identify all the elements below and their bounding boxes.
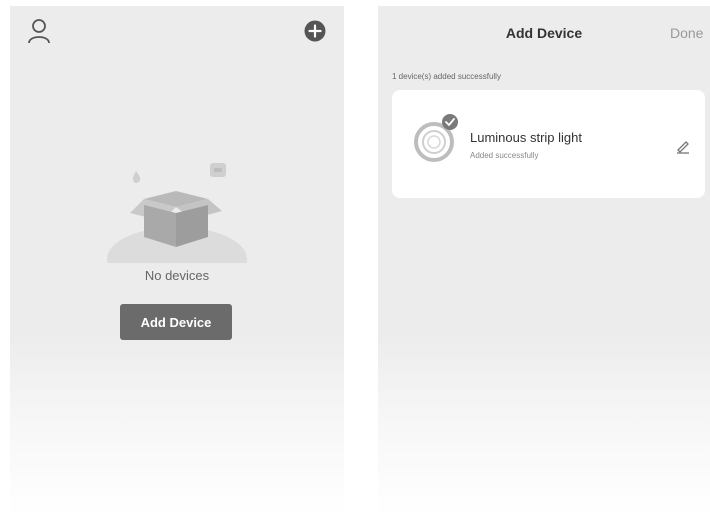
- done-button[interactable]: Done: [670, 25, 710, 41]
- add-device-button[interactable]: Add Device: [120, 304, 232, 340]
- empty-state-message: No devices: [144, 268, 210, 283]
- device-status: Added successfully: [470, 151, 539, 160]
- strip-light-icon: [414, 114, 458, 162]
- home-screen: No devices Add Device: [10, 6, 344, 517]
- user-icon[interactable]: [27, 18, 51, 44]
- empty-box-icon: [107, 163, 247, 263]
- add-device-screen: Add Device Done 1 device(s) added succes…: [378, 6, 710, 517]
- plus-circle-icon[interactable]: [304, 20, 326, 42]
- pencil-icon[interactable]: [675, 138, 691, 154]
- page-title: Add Device: [505, 25, 583, 41]
- success-summary: 1 device(s) added successfully: [392, 72, 501, 81]
- device-card[interactable]: Luminous strip light Added successfully: [392, 90, 705, 198]
- device-name: Luminous strip light: [470, 130, 582, 145]
- check-badge-icon: [442, 114, 458, 130]
